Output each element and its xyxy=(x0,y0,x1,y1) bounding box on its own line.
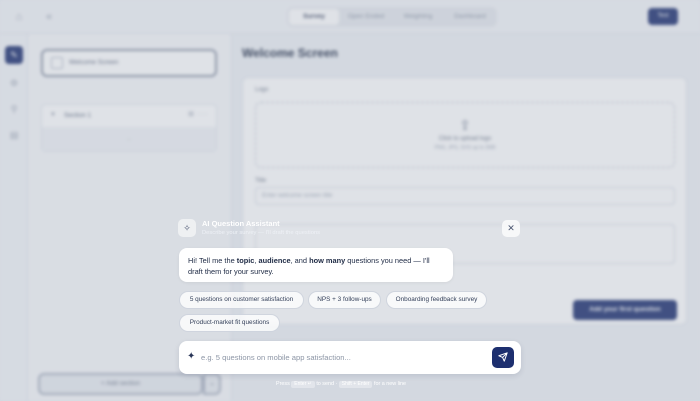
close-icon[interactable]: ✕ xyxy=(502,220,520,237)
assistant-subtitle: Describe your survey — I'll draft the qu… xyxy=(202,230,321,236)
hint-text: to send · xyxy=(316,381,338,387)
suggestion-chip-customer-satisfaction[interactable]: 5 questions on customer satisfaction xyxy=(179,291,304,309)
send-icon xyxy=(498,352,508,362)
prompt-input[interactable] xyxy=(201,350,461,365)
suggestion-chip-nps[interactable]: NPS + 3 follow-ups xyxy=(308,291,381,309)
prompt-composer: ✦ xyxy=(179,341,521,374)
assistant-title: AI Question Assistant xyxy=(202,219,280,228)
sparkles-icon: ✦ xyxy=(187,351,196,362)
assistant-header: ✧ AI Question Assistant Describe your su… xyxy=(178,217,522,241)
hint-text: for a new line xyxy=(373,381,407,387)
message-bold-audience: audience xyxy=(258,256,291,265)
suggestion-chip-onboarding[interactable]: Onboarding feedback survey xyxy=(386,291,487,309)
suggestion-chip-product-market-fit[interactable]: Product-market fit questions xyxy=(179,314,280,332)
send-button[interactable] xyxy=(492,347,514,368)
assistant-message: Hi! Tell me the topic, audience, and how… xyxy=(179,248,453,282)
enter-key-badge: Enter ↵ xyxy=(291,381,315,388)
message-bold-topic: topic xyxy=(236,256,255,265)
keyboard-hint: Press Enter ↵ to send · Shift + Enter fo… xyxy=(276,380,426,388)
hint-text: Press xyxy=(276,381,290,387)
sparkles-icon: ✧ xyxy=(178,219,196,237)
message-text: , and xyxy=(290,256,310,265)
shift-enter-key-badge: Shift + Enter xyxy=(338,381,373,388)
message-text: Hi! Tell me the xyxy=(188,256,237,265)
message-bold-how-many: how many xyxy=(309,256,346,265)
